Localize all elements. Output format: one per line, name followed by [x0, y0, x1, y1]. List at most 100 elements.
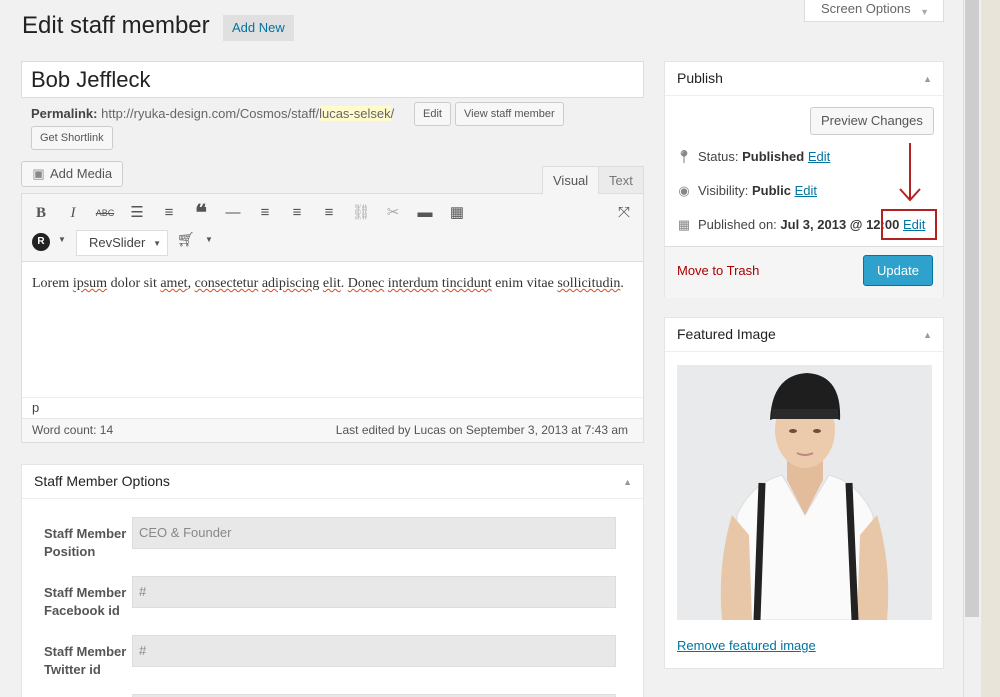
- facebook-id-label: Staff Member Facebook id: [44, 585, 127, 618]
- status-row: 📍︎ Status: Published Edit: [675, 149, 831, 165]
- update-button[interactable]: Update: [863, 255, 933, 286]
- element-path: p: [22, 397, 643, 419]
- revslider-icon[interactable]: R: [32, 233, 50, 251]
- caret-down-icon[interactable]: ▼: [205, 235, 213, 244]
- content-text: enim: [495, 276, 524, 291]
- horizontal-rule-icon[interactable]: —: [221, 201, 245, 225]
- staff-options-header[interactable]: Staff Member Options ▲: [22, 465, 643, 499]
- red-highlight-annotation: [881, 209, 937, 240]
- staff-member-options-box: Staff Member Options ▲ Staff Member Posit…: [21, 464, 644, 697]
- word-count: Word count: 14: [32, 423, 114, 437]
- twitter-id-input[interactable]: #: [132, 635, 616, 667]
- misspelled-word: amet: [160, 276, 188, 291]
- fullscreen-icon[interactable]: ⤧: [612, 201, 636, 225]
- revslider-select[interactable]: RevSlider ▼: [76, 230, 168, 256]
- strikethrough-icon[interactable]: ABC: [93, 201, 117, 225]
- italic-icon[interactable]: I: [61, 201, 85, 225]
- eye-icon: ◉: [678, 183, 690, 198]
- tab-text[interactable]: Text: [598, 166, 644, 194]
- add-media-label: Add Media: [50, 166, 113, 181]
- pin-icon: 📍︎: [675, 149, 693, 164]
- bullet-list-icon[interactable]: ☰: [125, 201, 149, 225]
- screen-options-label: Screen Options: [821, 1, 911, 16]
- permalink-label: Permalink:: [31, 106, 98, 121]
- bold-icon[interactable]: B: [29, 201, 53, 225]
- man-portrait-image: [677, 365, 932, 620]
- permalink-slug[interactable]: lucas-selsek: [319, 106, 391, 121]
- link-icon[interactable]: ⛓: [349, 201, 373, 225]
- content-text: .: [620, 276, 624, 291]
- revslider-label: RevSlider: [89, 235, 146, 250]
- content-text: dolor sit: [107, 276, 161, 291]
- unlink-icon[interactable]: ✂: [381, 201, 405, 225]
- misspelled-word: consectetur: [194, 276, 259, 291]
- status-value: Published: [742, 149, 805, 164]
- permalink-base: http://ryuka-design.com/Cosmos/staff/: [101, 106, 320, 121]
- edit-status-link[interactable]: Edit: [808, 149, 830, 164]
- content-text: .: [340, 276, 348, 291]
- scrollbar-thumb[interactable]: [965, 0, 979, 617]
- screen-options-button[interactable]: Screen Options ▼: [804, 0, 944, 22]
- media-icon: ▣: [32, 166, 45, 181]
- insert-more-icon[interactable]: ▬: [413, 201, 437, 225]
- featured-image-header[interactable]: Featured Image ▲: [665, 318, 943, 352]
- calendar-icon: ▦: [677, 217, 691, 232]
- visibility-label: Visibility:: [698, 183, 749, 198]
- preview-changes-button[interactable]: Preview Changes: [810, 107, 934, 135]
- page-title: Edit staff member: [22, 12, 210, 39]
- caret-down-icon: ▼: [153, 239, 161, 248]
- content-text: ,: [187, 276, 195, 291]
- background-map-edge: [981, 0, 1000, 697]
- twitter-id-label: Staff Member Twitter id: [44, 644, 127, 677]
- add-media-button[interactable]: ▣ Add Media: [21, 161, 124, 187]
- collapse-arrow-icon[interactable]: ▲: [923, 63, 932, 96]
- misspelled-word: sollicitudin: [557, 276, 621, 291]
- post-title-input[interactable]: Bob Jeffleck: [21, 61, 644, 98]
- last-edited: Last edited by Lucas on September 3, 201…: [335, 423, 628, 437]
- content-editor: B I ABC ☰ ≡ ❝ — ≡ ≡ ≡ ⛓ ✂ ▬ ▦ ⤧ R ▼ RevS…: [21, 193, 644, 443]
- edit-permalink-button[interactable]: Edit: [414, 102, 451, 126]
- align-left-icon[interactable]: ≡: [253, 201, 277, 225]
- featured-image-box: Featured Image ▲ Remove featured image: [664, 317, 944, 669]
- publish-header[interactable]: Publish ▲: [665, 62, 943, 96]
- add-new-button[interactable]: Add New: [223, 15, 294, 41]
- align-right-icon[interactable]: ≡: [317, 201, 341, 225]
- staff-options-title: Staff Member Options: [34, 473, 170, 489]
- view-staff-button[interactable]: View staff member: [455, 102, 564, 126]
- blockquote-icon[interactable]: ❝: [189, 201, 213, 225]
- editor-toolbar: B I ABC ☰ ≡ ❝ — ≡ ≡ ≡ ⛓ ✂ ▬ ▦ ⤧ R ▼ RevS…: [22, 194, 643, 262]
- cart-icon[interactable]: 🛒︎: [177, 231, 195, 248]
- misspelled-word: adipiscing: [261, 276, 320, 291]
- visibility-row: ◉ Visibility: Public Edit: [675, 183, 817, 199]
- facebook-id-input[interactable]: #: [132, 576, 616, 608]
- red-arrow-annotation: [899, 143, 921, 202]
- caret-down-icon: ▼: [920, 7, 929, 17]
- caret-down-icon[interactable]: ▼: [58, 235, 66, 244]
- misspelled-word: elit: [322, 276, 341, 291]
- align-center-icon[interactable]: ≡: [285, 201, 309, 225]
- move-to-trash-link[interactable]: Move to Trash: [677, 263, 759, 278]
- permalink-end: /: [390, 106, 395, 121]
- featured-image[interactable]: [677, 365, 932, 620]
- visibility-value: Public: [751, 183, 791, 198]
- toolbar-toggle-icon[interactable]: ▦: [445, 201, 469, 225]
- misspelled-word: Donec: [347, 276, 385, 291]
- publish-actions: Move to Trash Update: [665, 246, 943, 298]
- collapse-arrow-icon[interactable]: ▲: [623, 466, 632, 499]
- content-text: vitae: [526, 276, 554, 291]
- tab-visual[interactable]: Visual: [542, 166, 600, 194]
- collapse-arrow-icon[interactable]: ▲: [923, 319, 932, 352]
- edit-visibility-link[interactable]: Edit: [795, 183, 817, 198]
- misspelled-word: interdum: [387, 276, 439, 291]
- editor-content[interactable]: Lorem ipsum dolor sit amet, consectetur …: [22, 262, 643, 397]
- numbered-list-icon[interactable]: ≡: [157, 201, 181, 225]
- get-shortlink-button[interactable]: Get Shortlink: [31, 126, 113, 150]
- position-input[interactable]: CEO & Founder: [132, 517, 616, 549]
- permalink: Permalink: http://ryuka-design.com/Cosmo…: [31, 105, 394, 123]
- editor-status-bar: Word count: 14 Last edited by Lucas on S…: [22, 418, 643, 442]
- content-text: Lorem: [32, 276, 73, 291]
- published-label: Published on:: [698, 217, 777, 232]
- misspelled-word: ipsum: [72, 276, 108, 291]
- remove-featured-image-link[interactable]: Remove featured image: [677, 638, 816, 653]
- status-label: Status:: [698, 149, 739, 164]
